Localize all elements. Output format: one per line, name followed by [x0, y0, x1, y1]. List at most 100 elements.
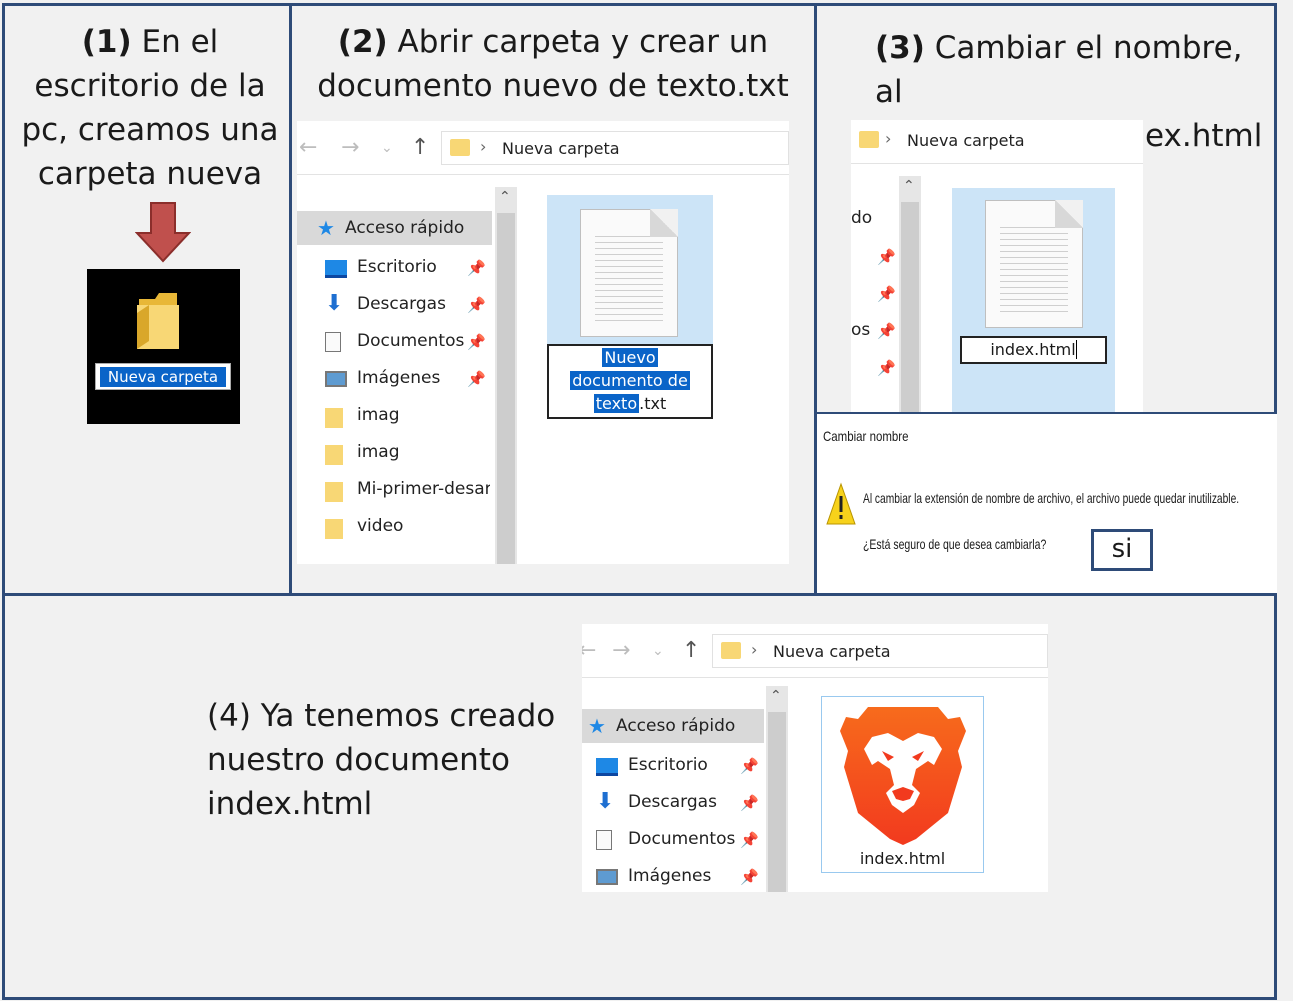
step2-explorer: ← → ⌄ ↑ › Nueva carpeta ★ Acceso rápido …: [297, 121, 789, 564]
dialog-question: ¿Está seguro de que desea cambiarla?: [863, 536, 1047, 552]
sidebar-item-descargas[interactable]: ⬇ Descargas 📌: [325, 291, 490, 320]
file-tile[interactable]: index.html: [821, 696, 984, 873]
rename-dialog: Cambiar nombre Al cambiar la extensión d…: [817, 412, 1277, 594]
filename-input: index.html: [990, 340, 1076, 359]
dialog-message: Al cambiar la extensión de nombre de arc…: [863, 490, 1240, 506]
back-arrow-icon[interactable]: ←: [299, 135, 317, 160]
scrollbar[interactable]: ⌃: [495, 187, 517, 564]
step4-panel: (4) Ya tenemos creado nuestro documento …: [2, 593, 1277, 1000]
text-file-icon: [580, 209, 678, 337]
pin-icon[interactable]: 📌: [467, 370, 486, 388]
step1-title: (1) En el escritorio de la pc, creamos u…: [21, 24, 279, 192]
file-tile-selected[interactable]: index.html: [952, 188, 1115, 416]
recent-chevron-icon[interactable]: ⌄: [381, 140, 393, 156]
pin-icon[interactable]: 📌: [877, 322, 896, 340]
folder-icon: [721, 642, 741, 659]
desktop-icon: [596, 758, 618, 776]
sidebar-item-escritorio[interactable]: Escritorio 📌: [325, 257, 490, 283]
pin-icon[interactable]: 📌: [877, 248, 896, 266]
forward-arrow-icon[interactable]: →: [341, 135, 359, 160]
folder-icon: [325, 445, 343, 465]
filename-selected-1: Nuevo: [602, 348, 658, 367]
scroll-up-icon[interactable]: ⌃: [770, 688, 782, 704]
file-name: index.html: [859, 849, 946, 868]
sidebar-item-video[interactable]: video: [325, 516, 490, 542]
sidebar-item-mi-primer-desar[interactable]: Mi-primer-desar: [325, 479, 490, 505]
desktop-folder-tile[interactable]: Nueva carpeta: [87, 269, 240, 424]
step2-title: (2) Abrir carpeta y crear un documento n…: [317, 24, 789, 104]
file-tile-selected[interactable]: [547, 195, 713, 345]
image-icon: [596, 869, 618, 885]
pin-icon[interactable]: 📌: [467, 296, 486, 314]
sidebar-fragment-os: os: [851, 320, 871, 340]
down-arrow-icon: [135, 202, 191, 263]
address-path: Nueva carpeta: [907, 131, 1025, 150]
nav-bar: ← → ⌄ ↑ › Nueva carpeta: [297, 121, 789, 175]
confirm-button[interactable]: si: [1091, 529, 1153, 571]
warning-icon: [826, 482, 856, 525]
brave-lion-icon: [840, 707, 966, 845]
pin-icon[interactable]: 📌: [467, 259, 486, 277]
sidebar-item-imag-2[interactable]: imag: [325, 442, 490, 468]
pin-icon[interactable]: 📌: [877, 285, 896, 303]
scrollbar[interactable]: ⌃: [899, 176, 921, 416]
filename-selected-2: documento de: [570, 371, 690, 390]
star-icon: ★: [588, 714, 606, 738]
text-file-icon: [985, 200, 1083, 328]
step4-title: (4) Ya tenemos creado nuestro documento …: [207, 698, 556, 822]
document-icon: [596, 830, 612, 850]
folder-icon: [450, 139, 470, 156]
up-arrow-icon[interactable]: ↑: [682, 638, 700, 663]
address-path: Nueva carpeta: [773, 642, 891, 661]
sidebar-item-imag[interactable]: imag: [325, 405, 490, 431]
pin-icon[interactable]: 📌: [740, 794, 759, 812]
star-icon: ★: [317, 216, 335, 240]
file-rename-box[interactable]: index.html: [960, 336, 1107, 364]
download-icon: ⬇: [596, 789, 615, 814]
scroll-thumb[interactable]: [497, 213, 515, 564]
pin-icon[interactable]: 📌: [877, 359, 896, 377]
folder-icon: [325, 482, 343, 502]
desktop-icon: [325, 260, 347, 278]
folder-icon: [859, 131, 879, 148]
download-icon: ⬇: [325, 291, 344, 316]
pin-icon[interactable]: 📌: [740, 757, 759, 775]
dialog-title: Cambiar nombre: [823, 428, 909, 444]
document-icon: [325, 332, 341, 352]
address-bar[interactable]: › Nueva carpeta: [441, 131, 789, 165]
address-bar[interactable]: › Nueva carpeta: [712, 634, 1048, 668]
scroll-up-icon[interactable]: ⌃: [499, 189, 511, 205]
scrollbar[interactable]: ⌃: [766, 686, 788, 892]
address-bar[interactable]: › Nueva carpeta: [851, 124, 1143, 158]
up-arrow-icon[interactable]: ↑: [411, 135, 429, 160]
folder-icon: [137, 293, 179, 349]
sidebar-item-escritorio[interactable]: Escritorio 📌: [596, 755, 764, 781]
pin-icon[interactable]: 📌: [467, 333, 486, 351]
folder-name-selected: Nueva carpeta: [100, 367, 226, 387]
pin-icon[interactable]: 📌: [740, 831, 759, 849]
folder-icon: [325, 408, 343, 428]
file-rename-box[interactable]: Nuevo documento de texto .txt: [547, 344, 713, 419]
sidebar-item-imagenes[interactable]: Imágenes 📌: [596, 866, 764, 892]
nav-pane: ★ Acceso rápido Escritorio 📌 ⬇ Descargas…: [582, 686, 767, 892]
pin-icon[interactable]: 📌: [740, 868, 759, 886]
folder-icon: [325, 519, 343, 539]
folder-rename-box[interactable]: Nueva carpeta: [95, 363, 231, 390]
sidebar-item-documentos[interactable]: Documentos 📌: [325, 331, 490, 357]
address-path: Nueva carpeta: [502, 139, 620, 158]
forward-arrow-icon[interactable]: →: [612, 638, 630, 663]
sidebar-item-acceso-rapido[interactable]: ★ Acceso rápido: [582, 709, 764, 743]
sidebar-item-documentos[interactable]: Documentos 📌: [596, 829, 764, 855]
nav-bar: › Nueva carpeta: [851, 120, 1143, 164]
back-arrow-icon[interactable]: ←: [582, 638, 596, 663]
sidebar-item-acceso-rapido[interactable]: ★ Acceso rápido: [297, 211, 492, 245]
scroll-thumb[interactable]: [768, 712, 786, 892]
scroll-up-icon[interactable]: ⌃: [903, 178, 915, 194]
recent-chevron-icon[interactable]: ⌄: [652, 643, 664, 659]
filename-selected-3: texto: [593, 394, 640, 413]
chevron-right-icon: ›: [480, 137, 487, 156]
sidebar-item-imagenes[interactable]: Imágenes 📌: [325, 368, 490, 394]
scroll-thumb[interactable]: [901, 202, 919, 416]
step3-panel: (3) Cambiar el nombre, al documento a in…: [814, 3, 1277, 596]
sidebar-item-descargas[interactable]: ⬇ Descargas 📌: [596, 789, 764, 818]
